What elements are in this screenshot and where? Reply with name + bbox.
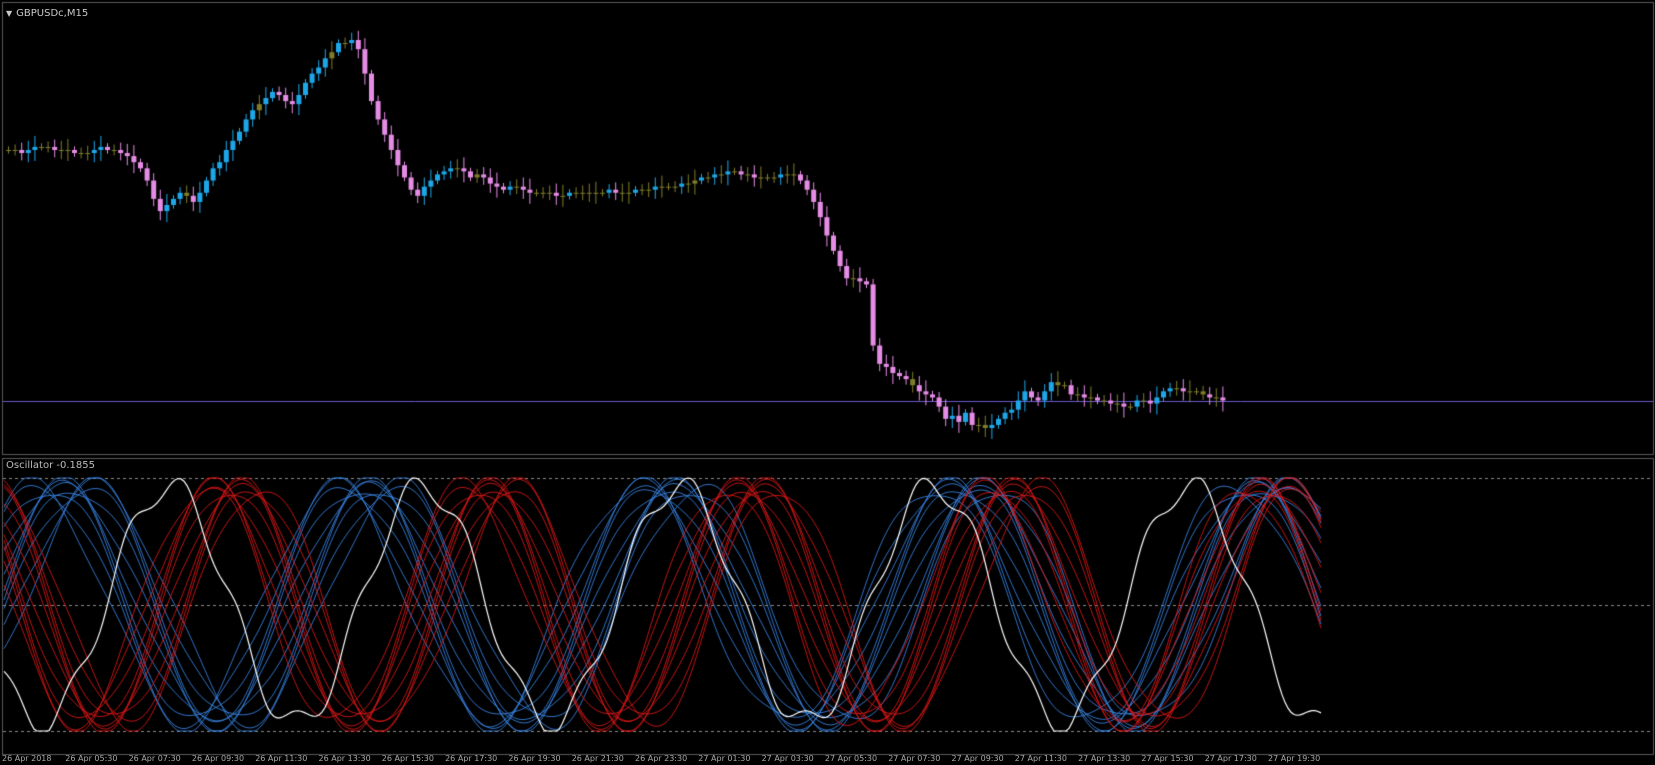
time-axis: 26 Apr 2018 26 Apr 05:30 26 Apr 07:30 26 Ap…: [0, 754, 1655, 765]
time-axis-label: 27 Apr 15:30: [1141, 754, 1194, 763]
time-axis-label: 27 Apr 01:30: [698, 754, 751, 763]
triangle-down-icon[interactable]: ▼: [6, 9, 12, 18]
time-axis-label: 27 Apr 09:30: [951, 754, 1004, 763]
oscillator-label: Oscillator -0.1855: [6, 460, 95, 471]
time-axis-label: 27 Apr 03:30: [761, 754, 814, 763]
time-axis-label: 27 Apr 05:30: [824, 754, 878, 763]
time-axis-label: 26 Apr 15:30: [381, 754, 434, 763]
time-axis-label: 27 Apr 13:30: [1078, 754, 1131, 763]
time-axis-label: 26 Apr 19:30: [508, 754, 561, 763]
time-axis-label: 26 Apr 21:30: [571, 754, 624, 763]
time-axis-label: 27 Apr 11:30: [1014, 754, 1067, 763]
time-axis-label: 26 Apr 07:30: [128, 754, 181, 763]
time-axis-label: 26 Apr 13:30: [318, 754, 371, 763]
time-axis-label: 26 Apr 2018: [2, 754, 52, 763]
time-axis-label: 26 Apr 23:30: [635, 754, 688, 763]
time-axis-label: 26 Apr 17:30: [445, 754, 498, 763]
time-axis-label: 26 Apr 11:30: [255, 754, 308, 763]
time-axis-label: 27 Apr 17:30: [1204, 754, 1257, 763]
time-axis-label: 27 Apr 19:30: [1268, 754, 1321, 763]
time-axis-label: 26 Apr 05:30: [65, 754, 118, 763]
symbol-timeframe-text: GBPUSDc,M15: [16, 8, 89, 19]
price-and-oscillator-chart[interactable]: [0, 0, 1655, 765]
time-axis-label: 27 Apr 07:30: [888, 754, 941, 763]
chart-symbol-label: ▼ GBPUSDc,M15: [6, 8, 88, 19]
time-axis-label: 26 Apr 09:30: [191, 754, 245, 763]
